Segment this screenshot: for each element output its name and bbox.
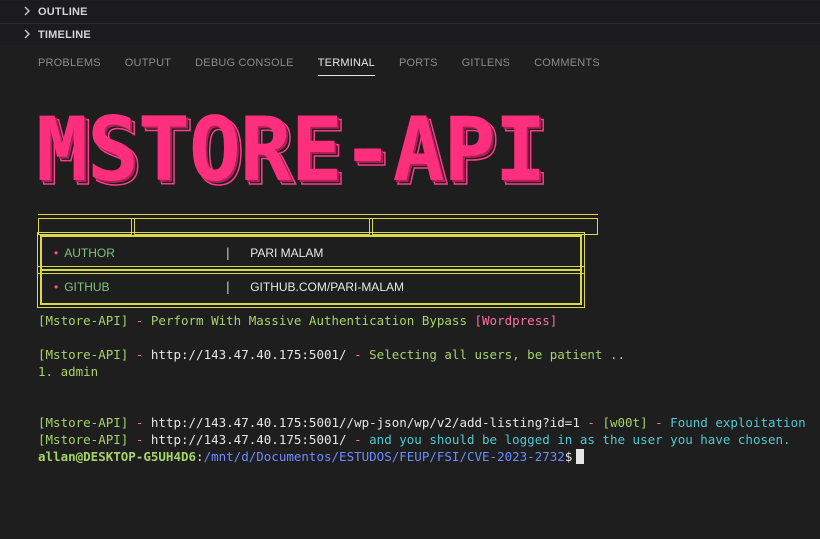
dash: -: [128, 415, 151, 430]
log-message: and you should be logged in as the user …: [369, 432, 791, 447]
prompt-path: /mnt/d/Documentos/ESTUDOS/FEUP/FSI/CVE-2…: [203, 449, 565, 464]
chevron-right-icon: [22, 5, 38, 19]
outline-section-header[interactable]: OUTLINE: [0, 1, 820, 23]
banner-rule: [38, 214, 598, 215]
terminal-line: 1. admin: [38, 363, 98, 380]
terminal-output[interactable]: MSTORE-API MSTORE-API • AUTHOR | PARI MA…: [0, 84, 820, 539]
table-column-box: [38, 219, 132, 235]
w00t-tag: [w00t]: [602, 415, 648, 430]
terminal-line: [Mstore-API] - http://143.47.40.175:5001…: [38, 346, 625, 363]
author-key: AUTHOR: [64, 246, 115, 260]
ascii-banner: MSTORE-API MSTORE-API: [36, 98, 576, 205]
outline-label: OUTLINE: [38, 6, 88, 18]
tab-gitlens[interactable]: GITLENS: [462, 50, 510, 76]
separator: |: [224, 246, 232, 260]
dash: -: [128, 313, 151, 328]
user-entry: 1. admin: [38, 364, 99, 379]
dash: -: [647, 415, 671, 430]
panel-tab-bar: PROBLEMS OUTPUT DEBUG CONSOLE TERMINAL P…: [38, 50, 624, 76]
dash: -: [128, 432, 151, 447]
terminal-line: [Mstore-API] - Perform With Massive Auth…: [38, 312, 557, 329]
github-key: GITHUB: [64, 280, 110, 294]
banner-text: MSTORE-API: [36, 98, 546, 201]
github-value: GITHUB.COM/PARI-MALAM: [250, 280, 404, 294]
tab-comments[interactable]: COMMENTS: [534, 50, 600, 76]
dash: -: [128, 347, 151, 362]
dash: -: [346, 432, 370, 447]
bullet: •: [54, 246, 59, 260]
log-message: Perform With Massive Authentication Bypa…: [150, 313, 475, 328]
tab-output[interactable]: OUTPUT: [125, 50, 171, 76]
tab-terminal[interactable]: TERMINAL: [317, 50, 376, 76]
tab-debug-console[interactable]: DEBUG CONSOLE: [195, 50, 294, 76]
target-url: http://143.47.40.175:5001/: [150, 347, 347, 362]
dash: -: [579, 415, 603, 430]
chevron-right-icon: [22, 28, 38, 42]
bullet: •: [54, 280, 59, 294]
table-column-box: [372, 219, 598, 235]
dash: -: [346, 347, 370, 362]
shell-prompt[interactable]: allan@DESKTOP-G5UH4D6:/mnt/d/Documentos/…: [38, 448, 585, 465]
github-info-box: • GITHUB | GITHUB.COM/PARI-MALAM: [37, 266, 585, 308]
author-value: PARI MALAM: [250, 246, 324, 260]
timeline-section-header[interactable]: TIMELINE: [0, 23, 820, 45]
target-url: http://143.47.40.175:5001//wp-json/wp/v2…: [150, 415, 580, 430]
terminal-line: [Mstore-API] - http://143.47.40.175:5001…: [38, 431, 791, 448]
prompt-colon: :: [196, 449, 204, 464]
log-tag: [Mstore-API]: [38, 347, 129, 362]
log-tag: [Mstore-API]: [38, 415, 129, 430]
log-tag: [Mstore-API]: [38, 432, 129, 447]
separator: |: [224, 280, 232, 294]
log-message: Found exploitation: [670, 415, 806, 430]
target-url: http://143.47.40.175:5001/: [150, 432, 347, 447]
terminal-line: [Mstore-API] - http://143.47.40.175:5001…: [38, 414, 806, 431]
log-tag: [Mstore-API]: [38, 313, 129, 328]
author-info-box: • AUTHOR | PARI MALAM: [37, 232, 585, 274]
tab-problems[interactable]: PROBLEMS: [38, 50, 101, 76]
table-column-box: [134, 219, 370, 235]
wordpress-tag: [Wordpress]: [474, 313, 558, 328]
timeline-label: TIMELINE: [38, 28, 91, 41]
tab-ports[interactable]: PORTS: [399, 50, 438, 76]
prompt-user-host: allan@DESKTOP-G5UH4D6: [38, 449, 197, 464]
prompt-symbol: $: [564, 449, 573, 464]
terminal-cursor: [576, 449, 585, 464]
log-message: Selecting all users, be patient ..: [369, 347, 626, 362]
